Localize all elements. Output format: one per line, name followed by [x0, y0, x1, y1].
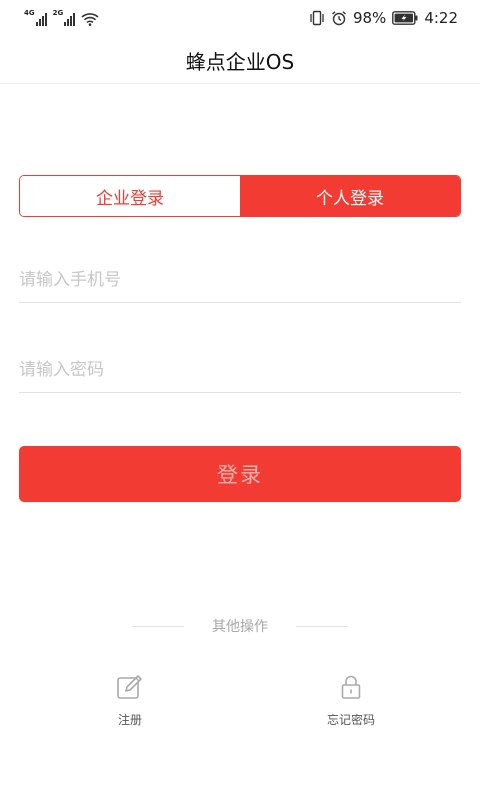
tab-personal-login[interactable]: 个人登录	[240, 176, 460, 216]
header: 蜂点企业OS	[0, 38, 480, 84]
network-2: 2G	[53, 10, 76, 26]
login-tabs: 企业登录 个人登录	[19, 175, 461, 217]
status-left: 4G 2G	[24, 10, 99, 26]
wifi-icon	[81, 13, 99, 26]
status-right: 98% 4:22	[309, 9, 458, 27]
page-title: 蜂点企业OS	[185, 50, 295, 74]
divider-line-left	[132, 625, 184, 627]
other-operations-title: 其他操作	[212, 619, 268, 635]
phone-field	[19, 257, 461, 303]
signal-icon	[64, 12, 76, 26]
battery-icon	[392, 11, 418, 25]
network-2-label: 2G	[52, 9, 64, 17]
password-input[interactable]	[19, 347, 461, 392]
divider-line-right	[296, 625, 348, 627]
other-operations-divider: 其他操作	[0, 615, 480, 637]
password-field	[19, 347, 461, 393]
battery-percent: 98%	[352, 9, 387, 27]
status-bar: 4G 2G 98% 4:22	[0, 0, 480, 38]
network-1: 4G	[24, 10, 47, 26]
vibrate-icon	[310, 10, 324, 26]
tab-enterprise-login[interactable]: 企业登录	[20, 176, 240, 216]
lock-icon	[341, 675, 361, 699]
signal-icon	[35, 12, 47, 26]
forgot-password-label: 忘记密码	[326, 713, 375, 727]
network-1-label: 4G	[24, 9, 35, 17]
status-time: 4:22	[424, 9, 458, 27]
register-label: 注册	[117, 713, 142, 727]
edit-icon	[117, 675, 142, 699]
forgot-password-action[interactable]: 忘记密码	[291, 673, 411, 728]
phone-input[interactable]	[19, 257, 461, 302]
register-action[interactable]: 注册	[70, 673, 190, 728]
login-button[interactable]: 登录	[19, 446, 461, 502]
alarm-icon	[332, 11, 346, 26]
